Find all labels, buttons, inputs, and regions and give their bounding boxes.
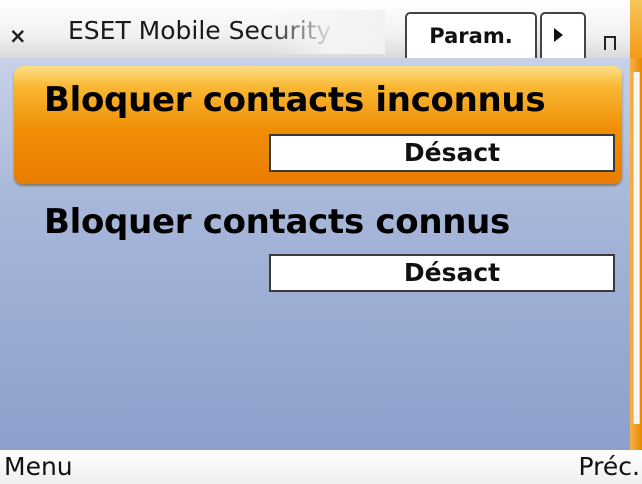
back-softkey[interactable]: Préc. xyxy=(579,450,640,484)
arrow-right-icon xyxy=(554,28,563,42)
setting-label-block-known[interactable]: Bloquer contacts connus xyxy=(44,202,510,242)
tab-param[interactable]: Param. xyxy=(405,12,537,58)
close-icon[interactable]: × xyxy=(9,26,27,47)
scroll-thumb[interactable] xyxy=(633,72,640,424)
setting-value-block-known[interactable]: Désact xyxy=(269,254,615,292)
battery-icon xyxy=(604,36,616,50)
setting-value-block-unknown[interactable]: Désact xyxy=(269,134,615,172)
settings-list: Bloquer contacts inconnus Désact Bloquer… xyxy=(0,58,642,450)
softkey-bar: Menu Préc. xyxy=(0,450,642,484)
menu-softkey[interactable]: Menu xyxy=(4,450,73,484)
tab-next-button[interactable] xyxy=(540,12,586,58)
signal-indicator xyxy=(630,0,642,58)
title-fade xyxy=(265,10,385,54)
title-bar: × ESET Mobile Security Param. xyxy=(0,0,642,58)
setting-label-block-unknown[interactable]: Bloquer contacts inconnus xyxy=(44,80,546,120)
